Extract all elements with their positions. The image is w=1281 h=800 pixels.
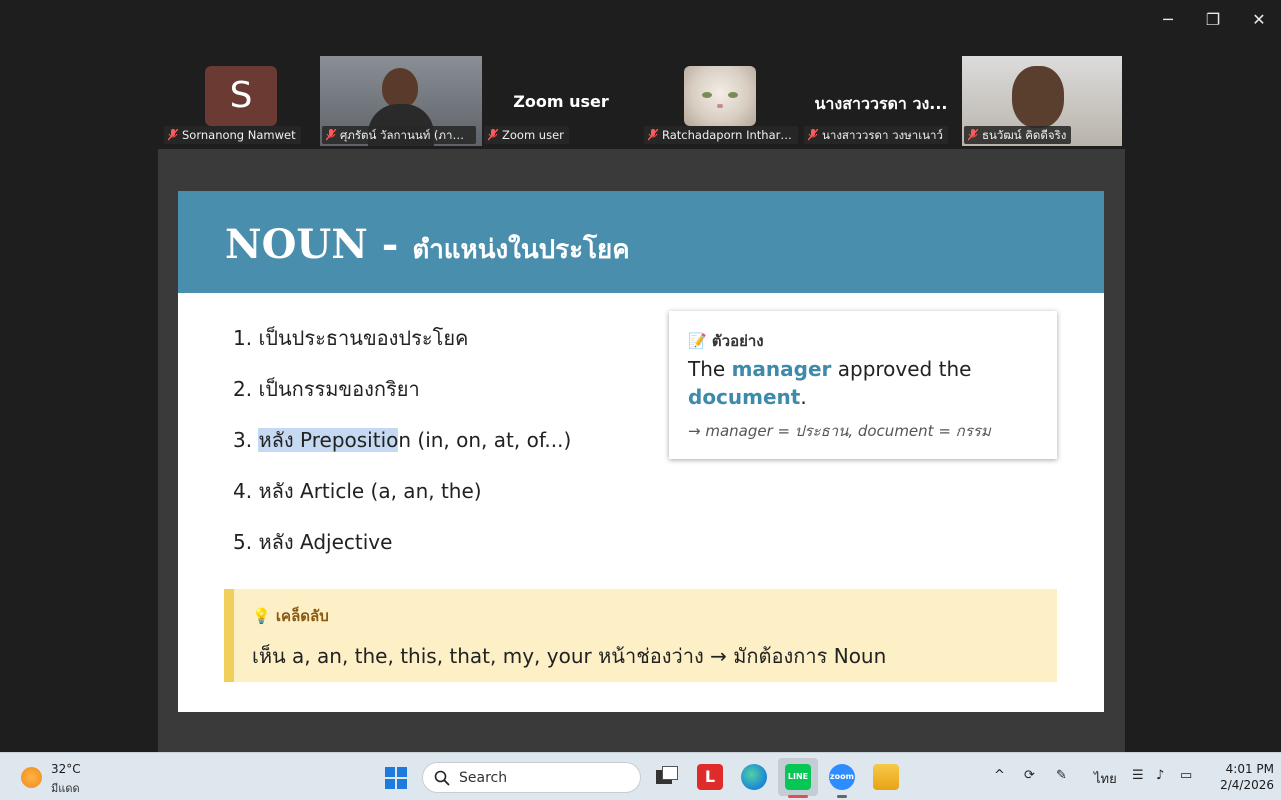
- restore-button[interactable]: ❐: [1198, 8, 1228, 32]
- zoom-app-icon[interactable]: zoom: [829, 764, 855, 790]
- line-app-icon[interactable]: LINE: [785, 764, 811, 790]
- l-app-icon[interactable]: L: [697, 764, 723, 790]
- participant-tile[interactable]: S Sornanong Namwet: [162, 56, 320, 146]
- sync-icon[interactable]: ⟳: [1024, 768, 1035, 783]
- muted-mic-icon: [326, 129, 336, 141]
- battery-icon[interactable]: ▭: [1180, 768, 1192, 783]
- tip-box: 💡 เคล็ดลับ เห็น a, an, the, this, that, …: [224, 589, 1057, 682]
- muted-mic-icon: [648, 129, 658, 141]
- pen-input-icon[interactable]: ✎: [1056, 768, 1067, 783]
- list-item: 1. เป็นประธานของประโยค: [233, 326, 469, 350]
- minimize-button[interactable]: ─: [1153, 8, 1183, 32]
- muted-mic-icon: [488, 129, 498, 141]
- clock-time: 4:01 PM: [1225, 762, 1274, 776]
- line-alert-indicator: [788, 795, 808, 798]
- list-item: 4. หลัง Article (a, an, the): [233, 479, 482, 503]
- participant-display-name: Zoom user: [513, 92, 609, 111]
- participant-tile[interactable]: นางสาววรดา วง... นางสาววรดา วงษาเนาว์: [802, 56, 960, 146]
- participant-display-name: นางสาววรดา วง...: [814, 94, 948, 113]
- example-note: → manager = ประธาน, document = กรรม: [688, 422, 991, 440]
- volume-icon[interactable]: ♪: [1156, 768, 1164, 783]
- search-icon: [434, 770, 450, 786]
- slide-header: NOUN - ตำแหน่งในประโยค: [178, 191, 1104, 293]
- wifi-icon[interactable]: ☰: [1132, 768, 1144, 783]
- example-label: 📝 ตัวอย่าง: [688, 332, 764, 350]
- show-hidden-icons-chevron-icon[interactable]: ^: [994, 768, 1005, 783]
- taskbar: 32°C มีแดด Search L LINE zoom ^ ⟳ ✎ ไทย …: [0, 752, 1281, 800]
- presentation-slide: NOUN - ตำแหน่งในประโยค 1. เป็นประธานของป…: [178, 191, 1104, 712]
- person-head: [382, 68, 418, 108]
- person-head: [1012, 66, 1064, 128]
- slide-title: NOUN - ตำแหน่งในประโยค: [225, 221, 630, 268]
- participant-name: ธนวัฒน์ คิดดีจริง: [964, 126, 1072, 144]
- participant-name: Zoom user: [484, 126, 569, 144]
- zoom-meeting-window: ─ ❐ ✕ S Sornanong Namwet ศุภรัตน์ วัลกาน…: [0, 0, 1281, 752]
- weather-condition[interactable]: มีแดด: [51, 779, 80, 797]
- participant-tile-video[interactable]: ธนวัฒน์ คิดดีจริง: [962, 56, 1122, 146]
- participant-name: ศุภรัตน์ วัลกานนท์ (ภาษาศาส...: [322, 126, 476, 144]
- memo-icon: 📝: [688, 332, 707, 350]
- tip-label: 💡 เคล็ดลับ: [252, 607, 329, 625]
- muted-mic-icon: [808, 129, 818, 141]
- task-view-icon[interactable]: [654, 764, 680, 790]
- participant-name: Ratchadaporn Inthara...: [644, 126, 798, 144]
- windows-start-icon[interactable]: [384, 766, 408, 790]
- close-button[interactable]: ✕: [1244, 8, 1274, 32]
- clock-date: 2/4/2026: [1220, 778, 1274, 792]
- system-clock[interactable]: 4:01 PM 2/4/2026: [1204, 761, 1274, 793]
- list-item: 2. เป็นกรรมของกริยา: [233, 377, 420, 401]
- participant-tile[interactable]: Ratchadaporn Inthara...: [642, 56, 800, 146]
- file-explorer-icon[interactable]: [873, 764, 899, 790]
- muted-mic-icon: [168, 129, 178, 141]
- muted-mic-icon: [968, 129, 978, 141]
- language-indicator[interactable]: ไทย: [1094, 768, 1117, 789]
- avatar: S: [205, 66, 277, 126]
- lightbulb-icon: 💡: [252, 607, 271, 625]
- participant-tile-video[interactable]: ศุภรัตน์ วัลกานนท์ (ภาษาศาส...: [320, 56, 482, 146]
- edge-browser-icon[interactable]: [741, 764, 767, 790]
- running-indicator: [837, 795, 847, 798]
- cat-avatar: [684, 66, 756, 126]
- participant-name: Sornanong Namwet: [164, 126, 301, 144]
- weather-temperature[interactable]: 32°C: [51, 762, 81, 776]
- example-sentence: The manager approved the document.: [688, 357, 972, 409]
- sun-icon[interactable]: [21, 767, 42, 788]
- example-box: 📝 ตัวอย่าง The manager approved the docu…: [669, 311, 1057, 459]
- tip-text: เห็น a, an, the, this, that, my, your หน…: [252, 644, 887, 668]
- participant-name: นางสาววรดา วงษาเนาว์: [804, 126, 948, 144]
- list-item: 3. หลัง Preposition (in, on, at, of...): [233, 428, 572, 452]
- list-item: 5. หลัง Adjective: [233, 530, 393, 554]
- participant-strip: S Sornanong Namwet ศุภรัตน์ วัลกานนท์ (ภ…: [162, 56, 1124, 146]
- participant-tile[interactable]: Zoom user Zoom user: [482, 56, 640, 146]
- text-selection: หลัง Prepositio: [258, 428, 399, 452]
- taskbar-search[interactable]: Search: [422, 762, 641, 793]
